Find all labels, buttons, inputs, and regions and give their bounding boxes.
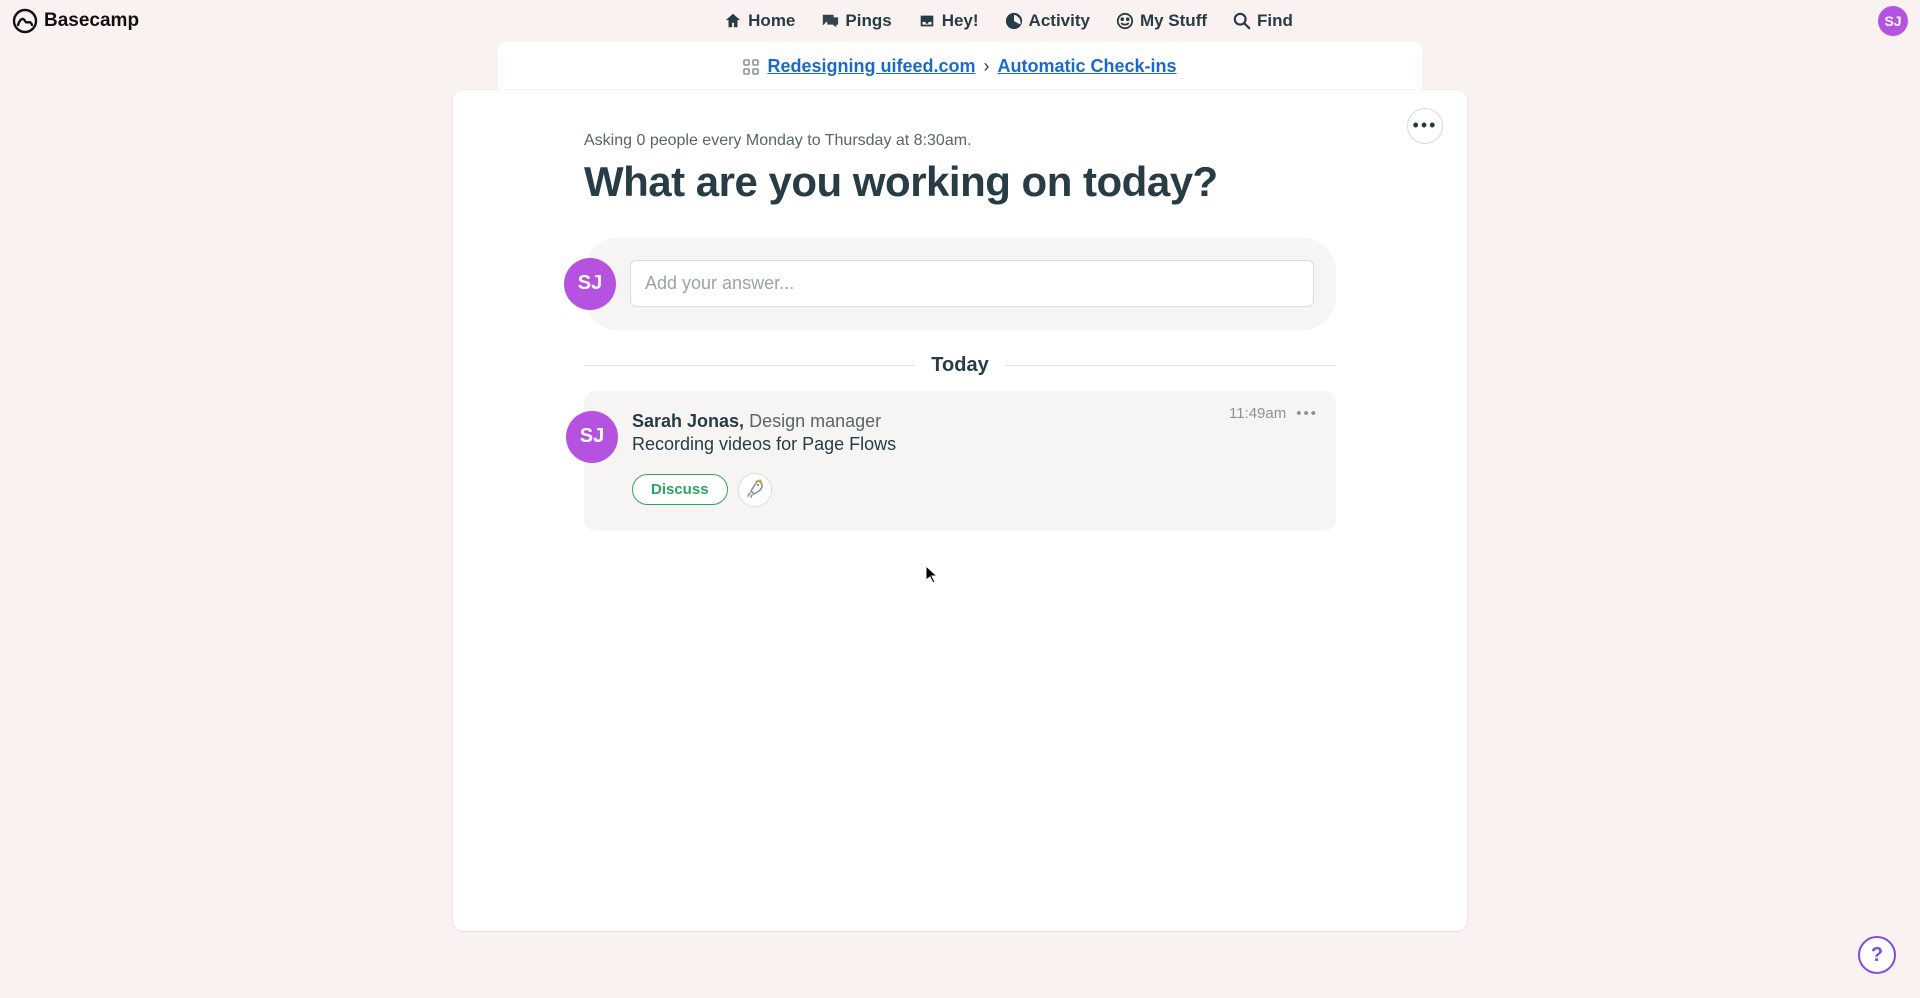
top-nav: Basecamp Home Pings Hey! Activity (0, 0, 1920, 42)
boost-button[interactable] (738, 473, 772, 507)
nav-find[interactable]: Find (1233, 11, 1293, 31)
nav-mystuff[interactable]: My Stuff (1116, 11, 1207, 31)
smiley-icon (1116, 12, 1134, 30)
nav-activity-label: Activity (1029, 11, 1090, 31)
nav-pings-label: Pings (845, 11, 891, 31)
breadcrumb-project-link[interactable]: Redesigning uifeed.com (767, 56, 975, 77)
rocket-boost-icon (745, 478, 765, 501)
nav-home[interactable]: Home (724, 11, 795, 31)
entry-role: Design manager (749, 411, 881, 431)
section-divider: Today (584, 354, 1336, 377)
breadcrumb-separator: › (983, 56, 989, 77)
nav-mystuff-label: My Stuff (1140, 11, 1207, 31)
breadcrumb-section-link[interactable]: Automatic Check-ins (997, 56, 1176, 77)
entry-name: Sarah Jonas, (632, 411, 744, 431)
answer-input[interactable] (630, 260, 1314, 307)
breadcrumb: Redesigning uifeed.com › Automatic Check… (743, 56, 1176, 77)
nav-find-label: Find (1257, 11, 1293, 31)
schedule-text: Asking 0 people every Monday to Thursday… (584, 132, 1336, 150)
divider-label: Today (915, 354, 1004, 377)
nav-home-label: Home (748, 11, 795, 31)
inbox-icon (918, 12, 936, 30)
discuss-button[interactable]: Discuss (632, 474, 728, 505)
help-button[interactable]: ? (1858, 936, 1896, 974)
entry-time: 11:49am (1229, 405, 1286, 422)
search-icon (1233, 12, 1251, 30)
basecamp-logo-icon (12, 8, 38, 34)
checkin-question: What are you working on today? (584, 158, 1336, 206)
entry-actions: Discuss (632, 473, 1312, 507)
nav-hey-label: Hey! (942, 11, 979, 31)
chat-icon (821, 12, 839, 30)
entry-more-button[interactable]: ••• (1296, 405, 1318, 422)
more-dots-icon: ••• (1413, 115, 1438, 136)
nav-right: SJ (1878, 6, 1908, 36)
more-dots-icon: ••• (1296, 405, 1318, 422)
card-options-button[interactable]: ••• (1407, 108, 1443, 144)
nav-pings[interactable]: Pings (821, 11, 891, 31)
home-icon (724, 12, 742, 30)
answer-entry: SJ Sarah Jonas, Design manager Recording… (584, 391, 1336, 531)
entry-author: Sarah Jonas, Design manager (632, 411, 1312, 432)
activity-icon (1005, 12, 1023, 30)
entry-meta: 11:49am ••• (1229, 405, 1318, 422)
primary-nav: Home Pings Hey! Activity My Stuff (139, 11, 1878, 31)
entry-avatar: SJ (566, 411, 618, 463)
nav-hey[interactable]: Hey! (918, 11, 979, 31)
composer-avatar: SJ (564, 258, 616, 310)
checkin-card: ••• Asking 0 people every Monday to Thur… (453, 90, 1467, 931)
answer-composer: SJ (584, 238, 1336, 330)
user-avatar[interactable]: SJ (1878, 6, 1908, 36)
nav-activity[interactable]: Activity (1005, 11, 1090, 31)
entry-text: Recording videos for Page Flows (632, 434, 1312, 455)
project-grid-icon[interactable] (743, 59, 759, 75)
brand-logo[interactable]: Basecamp (12, 8, 139, 34)
brand-name: Basecamp (44, 10, 139, 32)
